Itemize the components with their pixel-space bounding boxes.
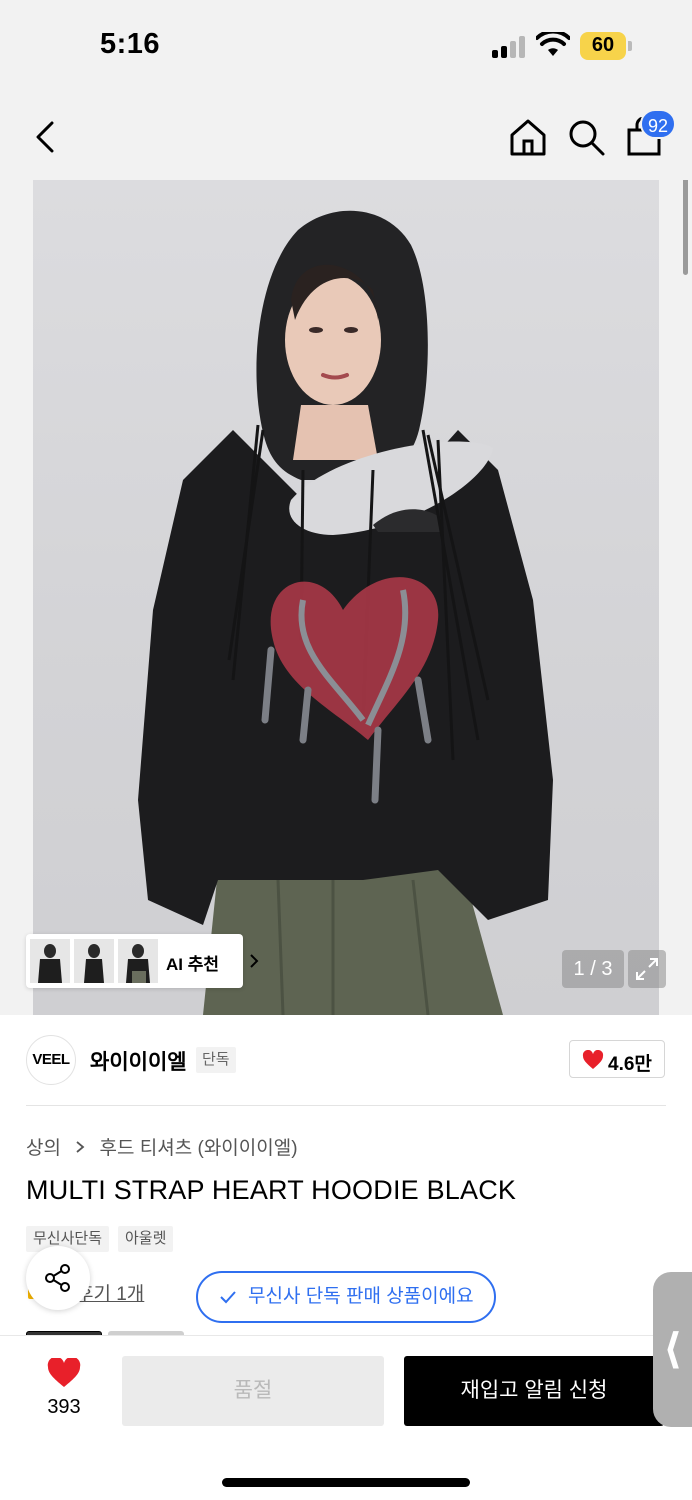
wish-count: 393 [47, 1396, 81, 1418]
share-icon [45, 1264, 70, 1292]
status-bar: 5:16 60 [0, 0, 692, 95]
check-icon [220, 1291, 236, 1304]
brand-name[interactable]: 와이이이엘 [90, 1046, 187, 1076]
expand-icon [636, 958, 658, 980]
status-time: 5:16 [100, 28, 161, 60]
brand-like-button[interactable]: 4.6만 [569, 1040, 665, 1078]
scroll-indicator [683, 180, 688, 275]
product-title: MULTI STRAP HEART HOODIE BLACK [26, 1175, 517, 1205]
search-icon[interactable] [566, 117, 606, 157]
recommend-thumbnail[interactable] [74, 939, 114, 983]
exclusive-notice-pill[interactable]: 무신사 단독 판매 상품이에요 [196, 1271, 496, 1323]
soldout-button: 품절 [122, 1356, 384, 1426]
tag-outlet: 아울렛 [118, 1226, 174, 1252]
ai-recommend-label: AI 추천 [166, 955, 220, 974]
home-icon[interactable] [508, 117, 548, 157]
recommend-thumbnail[interactable] [30, 939, 70, 983]
home-indicator [222, 1478, 470, 1487]
share-button[interactable] [26, 1246, 90, 1310]
ai-recommend-chip[interactable]: AI 추천 [26, 934, 259, 988]
restock-alert-button[interactable]: 재입고 알림 신청 [404, 1356, 664, 1426]
side-panel-handle[interactable]: ⟨ [653, 1272, 692, 1427]
back-arrow-icon[interactable] [30, 117, 60, 157]
battery-level: 60 [591, 34, 615, 56]
chevron-right-icon [76, 1141, 85, 1153]
expand-image-button[interactable] [628, 950, 666, 988]
bottom-action-bar: 393 품절 재입고 알림 신청 [0, 1335, 692, 1500]
wifi-icon [536, 32, 570, 56]
breadcrumb: 상의 후드 티셔츠 (와이이이엘) [26, 1133, 298, 1160]
product-info: VEEL 와이이이엘 단독 4.6만 상의 후드 티셔츠 (와이이이엘) MUL… [0, 1015, 692, 1351]
brand-logo[interactable]: VEEL [26, 1035, 76, 1085]
exclusive-badge: 단독 [196, 1047, 236, 1073]
heart-icon[interactable] [47, 1358, 81, 1388]
brand-like-count: 4.6만 [608, 1054, 652, 1075]
top-navigation: 92 [0, 95, 692, 180]
image-counter: 1 / 3 [562, 950, 624, 988]
battery-icon: 60 [580, 32, 632, 60]
edge-handle-arrow: ⟨ [663, 1325, 683, 1372]
cart-count-badge: 92 [640, 109, 677, 139]
cellular-signal-icon [492, 36, 526, 58]
product-photo[interactable] [33, 180, 659, 1015]
breadcrumb-subcategory[interactable]: 후드 티셔츠 (와이이이엘) [100, 1138, 298, 1159]
recommend-thumbnail[interactable] [118, 939, 158, 983]
heart-icon [582, 1050, 604, 1069]
divider [26, 1105, 666, 1106]
chevron-right-icon [250, 954, 259, 968]
product-image-gallery[interactable] [0, 180, 692, 1015]
breadcrumb-category[interactable]: 상의 [26, 1138, 61, 1159]
model-in-hoodie-illustration [138, 210, 553, 1015]
exclusive-notice-text: 무신사 단독 판매 상품이에요 [248, 1286, 474, 1307]
